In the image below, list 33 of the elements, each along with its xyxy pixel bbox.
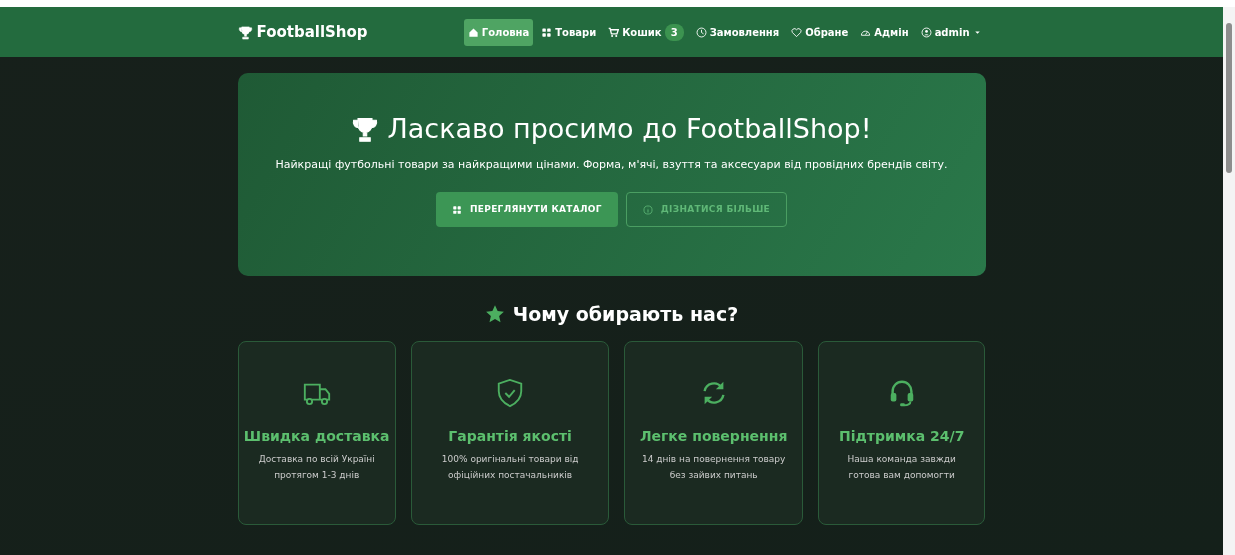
heart-icon xyxy=(791,26,803,38)
nav-link[interactable]: Кошик 3 xyxy=(604,17,688,47)
brand-logo[interactable]: FootballShop xyxy=(256,20,368,44)
feature-title: Швидка доставка xyxy=(242,427,391,445)
cart-icon xyxy=(608,26,620,38)
scrollbar[interactable] xyxy=(1223,7,1235,555)
info-icon xyxy=(642,204,653,215)
trophy-icon xyxy=(351,115,380,144)
trophy-icon xyxy=(237,24,253,40)
feature-title: Гарантія якості xyxy=(447,427,573,445)
hero-title: Ласкаво просимо до FootballShop! xyxy=(387,113,872,146)
star-icon xyxy=(484,304,505,325)
hero-subtitle: Найкращі футбольні товари за найкращими цінами. Форма, м'ячі, взуття та аксесуари від провідних брендів світу. xyxy=(274,157,949,174)
feature-description: Доставка по всій Україні протягом 1-3 днів xyxy=(257,453,376,483)
nav-link[interactable]: Товари xyxy=(537,18,601,46)
scrollbar-thumb[interactable] xyxy=(1226,23,1232,173)
nav-link[interactable]: Замовлення xyxy=(691,18,784,46)
feature-description: Наша команда завжди готова вам допомогти xyxy=(846,453,957,483)
clock-icon xyxy=(695,26,707,38)
section-title: Чому обирають нас? xyxy=(512,302,739,327)
nav-link[interactable]: Обране xyxy=(787,18,853,46)
grid-icon xyxy=(541,26,553,38)
feature-title: Легке повернення xyxy=(638,427,789,445)
grid-icon xyxy=(451,204,462,215)
home-icon xyxy=(467,26,479,38)
user-icon xyxy=(920,26,932,38)
feature-description: 14 днів на повернення товару без зайвих питань xyxy=(640,453,787,483)
catalog-button[interactable]: ПЕРЕГЛЯНУТИ КАТАЛОГ xyxy=(435,191,618,228)
nav-link[interactable]: admin xyxy=(916,18,986,46)
cart-count-badge: 3 xyxy=(664,23,684,41)
feature-title: Підтримка 24/7 xyxy=(838,427,966,445)
nav-link[interactable]: Адмін xyxy=(856,18,913,46)
feature-description: 100% оригінальні товари від офіційних постачальників xyxy=(440,453,580,483)
